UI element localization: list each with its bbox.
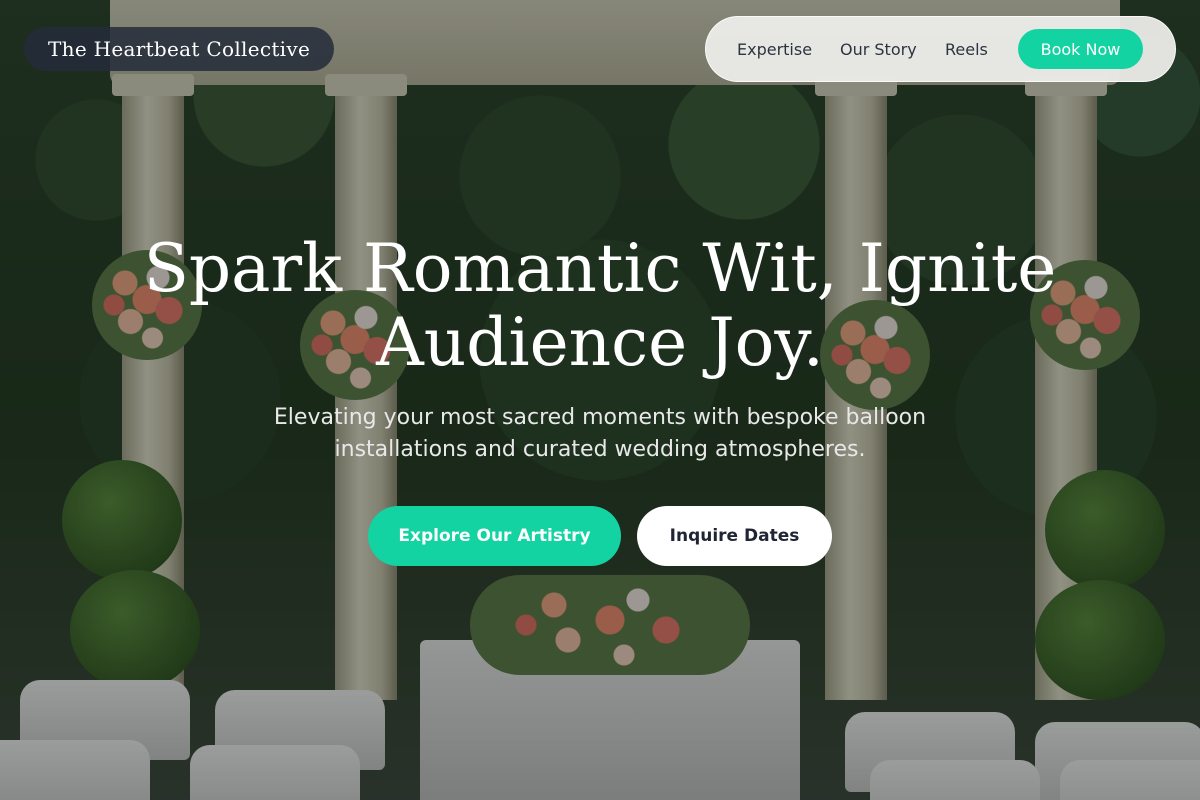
book-now-button[interactable]: Book Now [1018,29,1143,69]
hero-subtitle: Elevating your most sacred moments with … [250,402,950,466]
explore-artistry-button[interactable]: Explore Our Artistry [368,506,621,566]
hero-title-line: Spark Romantic Wit, Ignite [143,230,1057,307]
nav-link-reels[interactable]: Reels [945,17,988,81]
hero-subtitle-line: Elevating your most sacred moments with … [273,405,927,430]
hero-title-line: Audience Joy. [376,304,824,381]
hero-title: Spark Romantic Wit, Ignite Audience Joy. [0,232,1200,380]
nav-link-our-story[interactable]: Our Story [840,17,917,81]
inquire-dates-button[interactable]: Inquire Dates [637,506,832,566]
dark-overlay [0,0,1200,800]
hero-subtitle-line: installations and curated wedding atmosp… [334,437,866,462]
brand-logo[interactable]: The Heartbeat Collective [24,27,335,71]
top-nav: Expertise Our Story Reels Book Now [705,16,1176,82]
hero-background-image [0,0,1200,800]
nav-link-expertise[interactable]: Expertise [737,17,812,81]
